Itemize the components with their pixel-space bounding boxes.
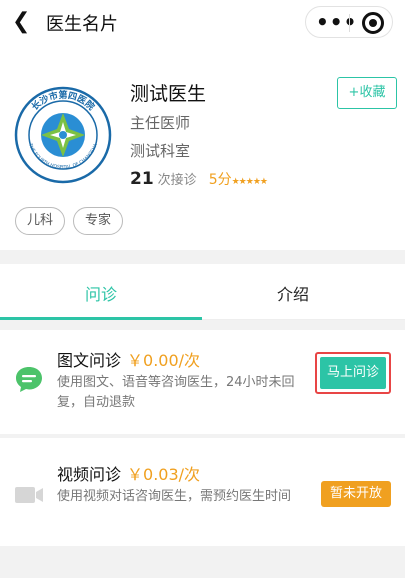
consult-count: 21 xyxy=(130,169,154,189)
doctor-department: 测试科室 xyxy=(130,142,191,160)
tab-bar: 问诊 介绍 xyxy=(0,264,405,320)
consult-price: ￥0.00/次 xyxy=(127,351,201,370)
doctor-card-page: ❮ 医生名片 ••• 长沙市第四医院 THE FOURTH HOSPITAL O… xyxy=(0,0,405,578)
doctor-stats: 21 次接诊 5分★★★★★ xyxy=(130,169,268,189)
chat-bubble-icon xyxy=(16,367,42,392)
start-consult-label[interactable]: 马上问诊 xyxy=(320,357,386,389)
capsule-divider xyxy=(349,14,350,32)
tab-introduction[interactable]: 介绍 xyxy=(243,281,343,305)
consult-name: 视频问诊 xyxy=(57,465,122,484)
consult-count-suffix: 次接诊 xyxy=(157,173,197,188)
bottom-spacer xyxy=(0,550,405,578)
more-dots-icon[interactable]: ••• xyxy=(316,9,356,37)
tag-expert: 专家 xyxy=(73,207,124,235)
close-target-icon[interactable] xyxy=(362,12,384,34)
top-nav-bar: ❮ 医生名片 ••• xyxy=(0,0,405,46)
consult-price: ￥0.03/次 xyxy=(127,465,201,484)
consult-name: 图文问诊 xyxy=(57,351,122,370)
tab-active-indicator xyxy=(0,317,202,320)
doctor-info-card: 长沙市第四医院 THE FOURTH HOSPITAL OF CHANGSHA … xyxy=(0,46,405,250)
doctor-title: 主任医师 xyxy=(130,114,191,132)
consult-option-text: 图文问诊 ￥0.00/次 使用图文、语音等咨询医生，24小时未回复，自动退款 马上… xyxy=(0,330,405,434)
start-consult-button[interactable]: 马上问诊 xyxy=(315,352,391,394)
consult-title-text: 图文问诊 ￥0.00/次 xyxy=(57,347,200,371)
doctor-score: 5分 xyxy=(208,172,232,188)
tab-consultation[interactable]: 问诊 xyxy=(51,281,151,305)
favorite-button[interactable]: +收藏 xyxy=(337,77,397,109)
miniprogram-capsule: ••• xyxy=(305,6,393,38)
video-camera-icon xyxy=(15,487,43,503)
tag-pediatrics: 儿科 xyxy=(15,207,66,235)
page-title: 医生名片 xyxy=(46,14,118,35)
consult-option-video: 视频问诊 ￥0.03/次 使用视频对话咨询医生，需预约医生时间 暂未开放 xyxy=(0,438,405,546)
consult-title-video: 视频问诊 ￥0.03/次 xyxy=(57,461,200,485)
hospital-logo: 长沙市第四医院 THE FOURTH HOSPITAL OF CHANGSHA xyxy=(14,86,112,184)
consult-description: 使用视频对话咨询医生，需预约医生时间 xyxy=(57,489,292,504)
not-open-button[interactable]: 暂未开放 xyxy=(321,481,391,507)
doctor-tags: 儿科 专家 xyxy=(15,207,131,235)
consult-description: 使用图文、语音等咨询医生，24小时未回复，自动退款 xyxy=(57,375,295,410)
back-arrow-icon[interactable]: ❮ xyxy=(12,8,36,36)
doctor-name: 测试医生 xyxy=(130,83,207,105)
rating-stars-icon: ★★★★★ xyxy=(231,177,268,187)
